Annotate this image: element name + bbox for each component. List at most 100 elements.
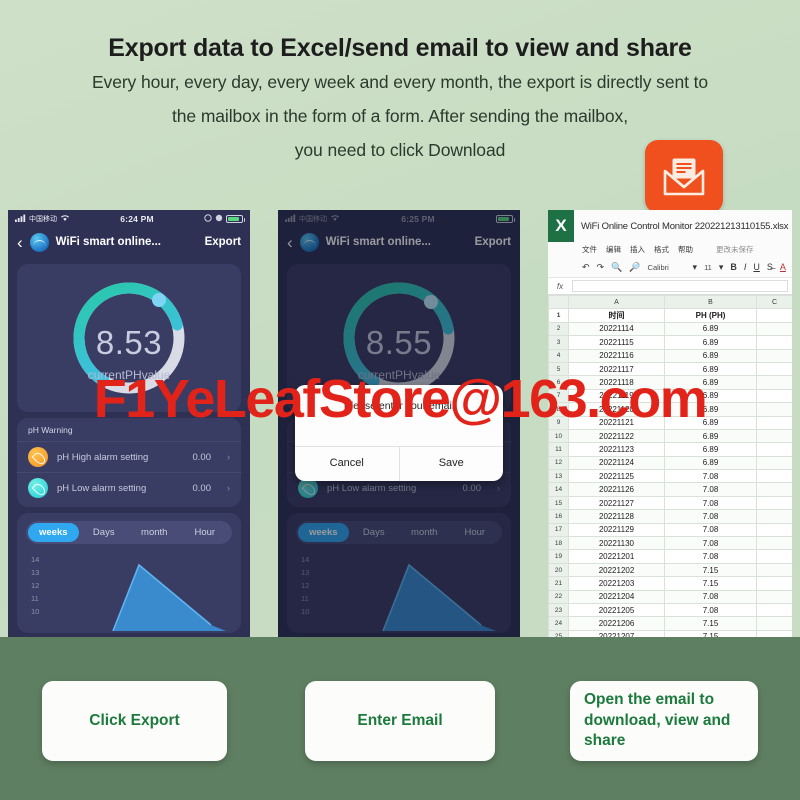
data-cell-ph[interactable]: 7.08 [664,549,757,564]
row-number[interactable]: 10 [548,428,569,444]
row-number[interactable]: 21 [548,576,569,591]
data-cell-ph[interactable]: 7.08 [664,602,757,618]
excel-toolbar[interactable]: ↶ ↷ 🔍 🔎 Calibri ▾ 11 ▾ B I U S̶ A [548,257,792,278]
export-button[interactable]: Export [205,236,241,248]
data-cell-time[interactable]: 20221114 [568,321,665,337]
strikethrough-icon[interactable]: S̶ [767,262,773,272]
data-cell-time[interactable]: 20221127 [568,495,665,511]
redo-icon[interactable]: ↷ [597,262,605,273]
row-number[interactable]: 24 [548,616,569,631]
data-cell-ph[interactable]: 7.08 [664,509,757,524]
header-cell-time[interactable]: 时间 [568,308,665,323]
data-cell-time[interactable]: 20221116 [568,348,665,363]
row-number[interactable]: 19 [548,549,569,564]
tab-month[interactable]: month [129,523,180,542]
tab-weeks[interactable]: weeks [28,523,79,542]
data-cell-time[interactable]: 20221122 [568,428,665,444]
menu-item-edit[interactable]: 编辑 [606,244,621,255]
data-cell-time[interactable]: 20221203 [568,576,665,591]
data-cell-empty[interactable] [756,616,792,631]
menu-item-file[interactable]: 文件 [582,244,597,255]
data-cell-empty[interactable] [756,348,792,363]
zoom-in-icon[interactable]: 🔎 [629,262,640,273]
data-cell-time[interactable]: 20221129 [568,522,665,538]
data-cell-empty[interactable] [756,536,792,551]
underline-button[interactable]: U [753,262,760,272]
chevron-down-icon[interactable]: ▾ [719,262,724,273]
row-number[interactable]: 17 [548,522,569,538]
data-cell-ph[interactable]: 7.15 [664,629,757,637]
data-cell-empty[interactable] [756,455,792,471]
data-cell-empty[interactable] [756,308,792,323]
tab-hour[interactable]: Hour [180,523,231,542]
data-cell-empty[interactable] [756,576,792,591]
column-header-b[interactable]: B [664,294,757,310]
data-cell-ph[interactable]: 7.08 [664,482,757,497]
data-cell-ph[interactable]: 7.08 [664,469,757,484]
tab-days[interactable]: Days [79,523,130,542]
ph-high-alarm-row[interactable]: pH High alarm setting 0.00 › [17,441,241,472]
data-cell-ph[interactable]: 6.89 [664,428,757,444]
row-number[interactable]: 16 [548,509,569,524]
formula-input[interactable] [572,280,788,292]
data-cell-empty[interactable] [756,522,792,538]
spreadsheet-grid[interactable]: A B C 1 时间 PH (PH) 2 20221114 6.89 3 20221115 6.… [548,294,792,637]
data-cell-ph[interactable]: 7.15 [664,616,757,631]
data-cell-empty[interactable] [756,442,792,457]
menu-item-help[interactable]: 帮助 [678,244,693,255]
data-cell-empty[interactable] [756,589,792,604]
header-cell-ph[interactable]: PH (PH) [664,308,757,323]
data-cell-empty[interactable] [756,562,792,578]
data-cell-empty[interactable] [756,335,792,350]
data-cell-time[interactable]: 20221124 [568,455,665,471]
data-cell-ph[interactable]: 6.89 [664,348,757,363]
data-cell-ph[interactable]: 7.08 [664,589,757,604]
data-cell-time[interactable]: 20221128 [568,509,665,524]
column-header-a[interactable]: A [568,294,665,310]
data-cell-time[interactable]: 20221115 [568,335,665,350]
chevron-down-icon[interactable]: ▾ [693,262,698,273]
row-number[interactable]: 25 [548,629,569,637]
excel-menu-bar[interactable]: 文件 编辑 插入 格式 帮助 更改未保存 [548,242,792,257]
data-cell-ph[interactable]: 7.08 [664,536,757,551]
italic-button[interactable]: I [744,262,747,272]
data-cell-ph[interactable]: 7.15 [664,562,757,578]
data-cell-empty[interactable] [756,495,792,511]
cancel-button[interactable]: Cancel [295,447,399,481]
column-header-c[interactable]: C [756,294,792,310]
row-number[interactable]: 12 [548,455,569,471]
zoom-out-icon[interactable]: 🔍 [611,262,622,273]
row-number[interactable]: 11 [548,442,569,457]
font-color-icon[interactable]: A [780,262,786,272]
bold-button[interactable]: B [730,262,737,272]
chart-range-tabs[interactable]: weeks Days month Hour [26,521,232,544]
row-number[interactable]: 3 [548,335,569,350]
font-size-select[interactable]: 11 [704,263,712,272]
row-number[interactable]: 20 [548,562,569,578]
undo-icon[interactable]: ↶ [582,262,590,273]
data-cell-time[interactable]: 20221206 [568,616,665,631]
data-cell-empty[interactable] [756,321,792,337]
data-cell-ph[interactable]: 7.08 [664,495,757,511]
row-number[interactable]: 13 [548,469,569,484]
row-number[interactable]: 18 [548,536,569,551]
formula-bar[interactable]: fx [548,278,792,295]
row-number[interactable]: 22 [548,589,569,604]
data-cell-empty[interactable] [756,482,792,497]
data-cell-empty[interactable] [756,602,792,618]
row-number[interactable]: 15 [548,495,569,511]
data-cell-empty[interactable] [756,549,792,564]
data-cell-time[interactable]: 20221202 [568,562,665,578]
save-button[interactable]: Save [398,447,504,481]
data-cell-ph[interactable]: 7.15 [664,576,757,591]
row-number[interactable]: 14 [548,482,569,497]
data-cell-empty[interactable] [756,629,792,637]
data-cell-ph[interactable]: 6.89 [664,442,757,457]
data-cell-time[interactable]: 20221207 [568,629,665,637]
menu-item-insert[interactable]: 插入 [630,244,645,255]
row-number[interactable]: 2 [548,321,569,337]
data-cell-time[interactable]: 20221205 [568,602,665,618]
data-cell-time[interactable]: 20221204 [568,589,665,604]
data-cell-time[interactable]: 20221125 [568,469,665,484]
data-cell-empty[interactable] [756,469,792,484]
